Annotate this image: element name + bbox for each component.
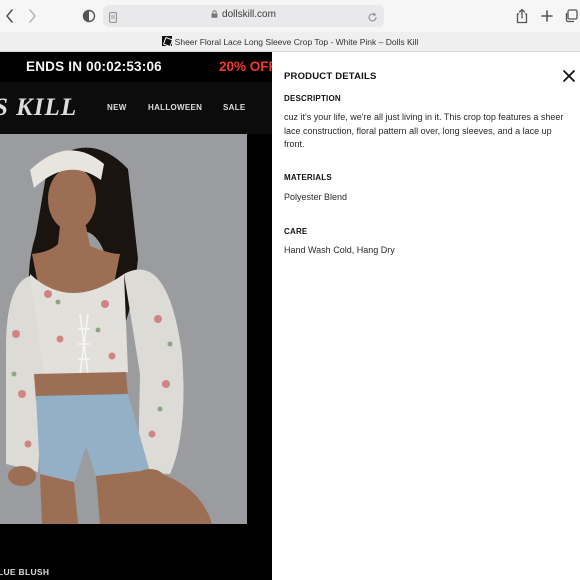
sidebar-icon[interactable] (79, 6, 99, 26)
browser-toolbar: dollskill.com (0, 0, 580, 32)
product-details-drawer: PRODUCT DETAILS DESCRIPTION cuz it's you… (272, 52, 580, 580)
dollskill-favicon-icon (161, 36, 172, 46)
share-icon[interactable] (512, 6, 532, 26)
new-tab-icon[interactable] (537, 6, 557, 26)
reload-icon[interactable] (367, 10, 378, 28)
description-heading: DESCRIPTION (284, 94, 341, 103)
care-heading: CARE (284, 227, 308, 236)
lock-icon (211, 10, 218, 18)
url-domain: dollskill.com (222, 9, 276, 20)
close-icon[interactable] (561, 68, 577, 84)
tab-title: Sheer Floral Lace Long Sleeve Crop Top -… (174, 37, 419, 47)
tabs-overview-icon[interactable] (561, 6, 580, 26)
tab-bar: Sheer Floral Lace Long Sleeve Crop Top -… (0, 32, 580, 52)
tab-active[interactable]: Sheer Floral Lace Long Sleeve Crop Top -… (0, 36, 580, 47)
back-icon[interactable] (0, 6, 20, 26)
description-text: cuz it's your life, we're all just livin… (284, 112, 564, 149)
drawer-title: PRODUCT DETAILS (284, 71, 377, 82)
care-text: Hand Wash Cold, Hang Dry (284, 245, 395, 255)
materials-heading: MATERIALS (284, 173, 332, 182)
materials-text: Polyester Blend (284, 192, 348, 202)
address-bar[interactable]: dollskill.com (103, 5, 384, 27)
overlay-dim[interactable] (0, 52, 272, 580)
product-page: ENDS IN 00:02:53:06 20% OFF S KILL NEW H… (0, 52, 272, 580)
forward-icon[interactable] (22, 6, 42, 26)
